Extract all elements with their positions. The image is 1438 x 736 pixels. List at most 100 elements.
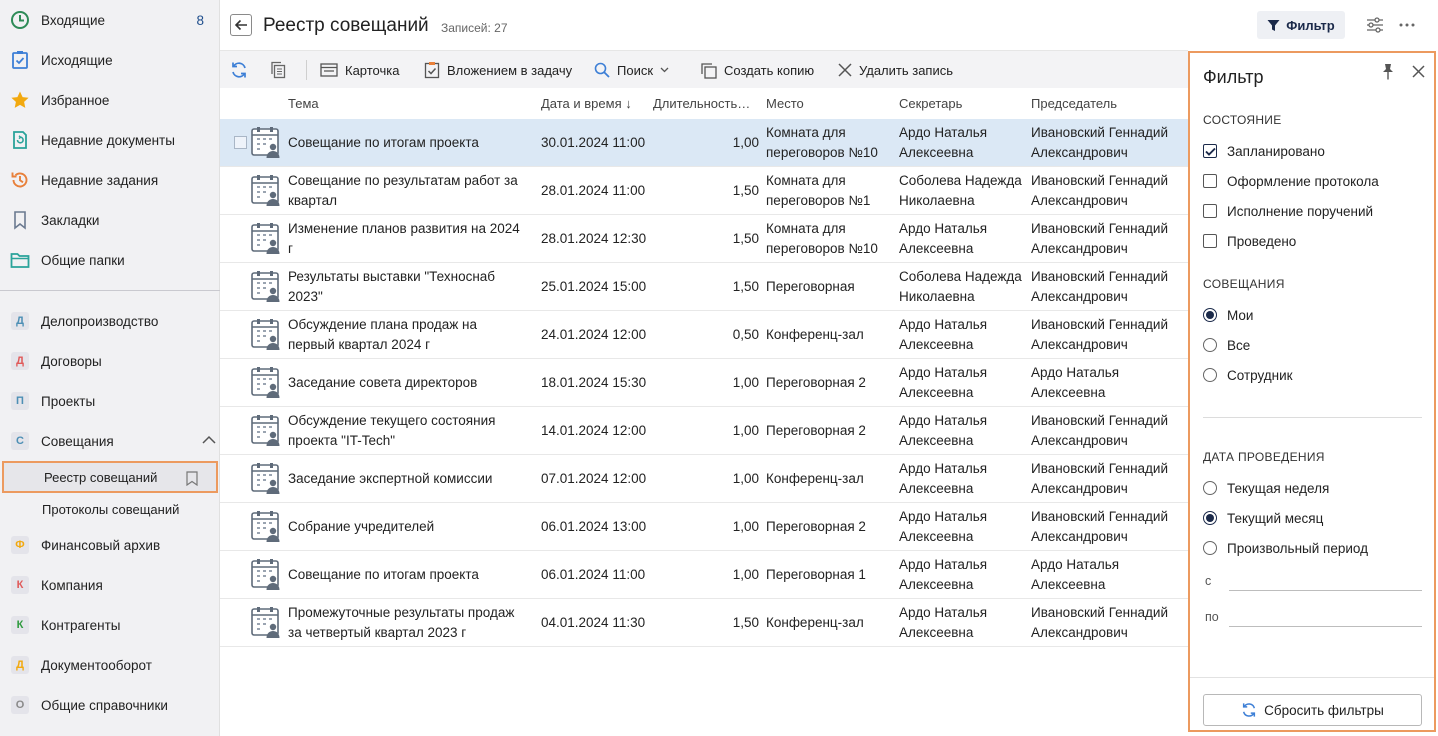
table-row[interactable]: Совещание по результатам работ за квартал… xyxy=(220,167,1188,215)
sidebar: Входящие 8 Исходящие Избранное Недавние … xyxy=(0,0,220,736)
sidebar-item-label: Договоры xyxy=(41,353,102,369)
cell-line: Совещание по итогам проекта xyxy=(288,135,479,150)
checkbox-state-planned[interactable]: Запланировано xyxy=(1203,141,1325,161)
cell-line: Совещание по итогам проекта xyxy=(288,567,479,582)
radio-meetings-all[interactable]: Все xyxy=(1203,335,1250,355)
sidebar-item-inbox[interactable]: Входящие 8 xyxy=(0,0,220,40)
cell-line: Переговорная 1 xyxy=(766,567,866,582)
cell-line: Ардо Наталья xyxy=(899,413,988,428)
pin-icon[interactable] xyxy=(1381,63,1395,81)
sidebar-module-references[interactable]: О Общие справочники xyxy=(0,685,220,725)
recent-doc-icon xyxy=(13,131,27,149)
radio-meetings-employee[interactable]: Сотрудник xyxy=(1203,365,1293,385)
date-to-label: по xyxy=(1205,610,1219,624)
module-letter-icon: Д xyxy=(11,312,29,330)
cell-line: первый квартал 2024 г xyxy=(288,337,431,352)
refresh-button[interactable] xyxy=(230,51,248,89)
table-row[interactable]: Заседание экспертной комиссии 07.01.2024 … xyxy=(220,455,1188,503)
radio-date-month[interactable]: Текущий месяц xyxy=(1203,508,1323,528)
sidebar-sub-item-meeting-minutes[interactable]: Протоколы совещаний xyxy=(0,493,220,525)
cell-line: Переговорная 2 xyxy=(766,375,866,390)
create-copy-button[interactable]: Создать копию xyxy=(700,51,814,89)
table-row[interactable]: Обсуждение текущего состояния проекта "IT… xyxy=(220,407,1188,455)
sidebar-module-projects[interactable]: П Проекты xyxy=(0,381,220,421)
radio-date-week[interactable]: Текущая неделя xyxy=(1203,478,1329,498)
cell-topic: Заседание экспертной комиссии xyxy=(288,469,533,489)
column-header-place[interactable]: Место xyxy=(766,96,804,111)
card-button[interactable]: Карточка xyxy=(320,51,399,89)
sidebar-module-contracts[interactable]: Д Договоры xyxy=(0,341,220,381)
module-letter-icon: Д xyxy=(11,352,29,370)
date-to-input[interactable] xyxy=(1229,626,1422,627)
column-header-secretary[interactable]: Секретарь xyxy=(899,96,962,111)
sidebar-item-bookmarks[interactable]: Закладки xyxy=(0,200,220,240)
column-header-topic[interactable]: Тема xyxy=(288,96,319,111)
table-row[interactable]: Результаты выставки "Техноснаб 2023" 25.01… xyxy=(220,263,1188,311)
sidebar-module-finance-archive[interactable]: Ф Финансовый архив xyxy=(0,525,220,565)
checkbox-icon xyxy=(1203,234,1217,248)
meeting-calendar-icon xyxy=(251,559,282,591)
sidebar-item-shared-folders[interactable]: Общие папки xyxy=(0,240,220,280)
date-from-input[interactable] xyxy=(1229,590,1422,591)
attach-to-task-button[interactable]: Вложением в задачу xyxy=(424,51,572,89)
sidebar-module-records[interactable]: Д Делопроизводство xyxy=(0,301,220,341)
table-row[interactable]: Изменение планов развития на 2024 г 28.01.… xyxy=(220,215,1188,263)
cell-line: Александрович xyxy=(1031,337,1128,352)
checkbox-state-protocol[interactable]: Оформление протокола xyxy=(1203,171,1379,191)
delete-record-button[interactable]: Удалить запись xyxy=(838,51,953,89)
sidebar-module-meetings[interactable]: С Совещания xyxy=(0,421,220,461)
sidebar-module-counterparties[interactable]: К Контрагенты xyxy=(0,605,220,645)
option-label: Оформление протокола xyxy=(1227,173,1379,189)
table-row[interactable]: Заседание совета директоров 18.01.2024 15… xyxy=(220,359,1188,407)
filter-button[interactable]: Фильтр xyxy=(1257,11,1345,39)
sidebar-module-company[interactable]: К Компания xyxy=(0,565,220,605)
sidebar-module-doc-flow[interactable]: Д Документооборот xyxy=(0,645,220,685)
sidebar-item-label: Избранное xyxy=(41,92,110,108)
settings-sliders-icon[interactable] xyxy=(1365,15,1385,35)
radio-date-custom[interactable]: Произвольный период xyxy=(1203,538,1368,558)
search-dropdown[interactable]: Поиск xyxy=(594,51,669,89)
more-icon[interactable] xyxy=(1397,15,1417,35)
cell-secretary: Ардо Наталья Алексеевна xyxy=(899,219,1027,259)
reset-filters-button[interactable]: Сбросить фильтры xyxy=(1203,694,1422,726)
cell-line: Комната для xyxy=(766,173,846,188)
cell-line: г xyxy=(288,241,293,256)
sidebar-item-label: Недавние документы xyxy=(41,132,175,148)
column-header-duration[interactable]: Длительность… xyxy=(653,96,750,111)
sidebar-item-outbox[interactable]: Исходящие xyxy=(0,40,220,80)
cell-line: Заседание экспертной комиссии xyxy=(288,471,493,486)
meeting-calendar-icon xyxy=(251,271,282,303)
sidebar-item-recent-docs[interactable]: Недавние документы xyxy=(0,120,220,160)
cell-duration: 1,50 xyxy=(732,279,759,294)
table-row[interactable]: Совещание по итогам проекта 30.01.2024 11… xyxy=(220,119,1188,167)
cell-topic: Изменение планов развития на 2024 г xyxy=(288,219,533,259)
cell-line: Александрович xyxy=(1031,241,1128,256)
column-header-chair[interactable]: Председатель xyxy=(1031,96,1117,111)
meeting-calendar-icon xyxy=(251,367,282,399)
cell-line: Комната для xyxy=(766,125,846,140)
sidebar-sub-item-meeting-registry[interactable]: Реестр совещаний xyxy=(2,461,218,493)
table-row[interactable]: Собрание учредителей 06.01.2024 13:00 1,00… xyxy=(220,503,1188,551)
radio-meetings-mine[interactable]: Мои xyxy=(1203,305,1253,325)
cell-duration: 1,50 xyxy=(732,231,759,246)
module-letter-icon: Д xyxy=(11,656,29,674)
table-row[interactable]: Совещание по итогам проекта 06.01.2024 11… xyxy=(220,551,1188,599)
chevron-up-icon[interactable] xyxy=(202,435,216,445)
table-row[interactable]: Промежуточные результаты продаж за четвер… xyxy=(220,599,1188,647)
checkbox-state-execution[interactable]: Исполнение поручений xyxy=(1203,201,1373,221)
refresh-icon xyxy=(1243,703,1256,717)
row-checkbox[interactable] xyxy=(234,136,247,149)
column-header-datetime[interactable]: Дата и время ↓ xyxy=(541,96,632,111)
page-title: Реестр совещаний xyxy=(263,15,429,36)
copy-list-button[interactable] xyxy=(270,51,286,89)
sidebar-item-recent-tasks[interactable]: Недавние задания xyxy=(0,160,220,200)
sidebar-item-favorites[interactable]: Избранное xyxy=(0,80,220,120)
back-button[interactable] xyxy=(230,14,252,36)
checkbox-state-done[interactable]: Проведено xyxy=(1203,231,1296,251)
cell-line: Алексеевна xyxy=(899,481,974,496)
cell-topic: Совещание по итогам проекта xyxy=(288,565,533,585)
bookmark-icon[interactable] xyxy=(186,471,198,486)
close-icon[interactable] xyxy=(1412,65,1425,78)
table-row[interactable]: Обсуждение плана продаж на первый квартал… xyxy=(220,311,1188,359)
cell-datetime: 30.01.2024 11:00 xyxy=(541,135,646,150)
